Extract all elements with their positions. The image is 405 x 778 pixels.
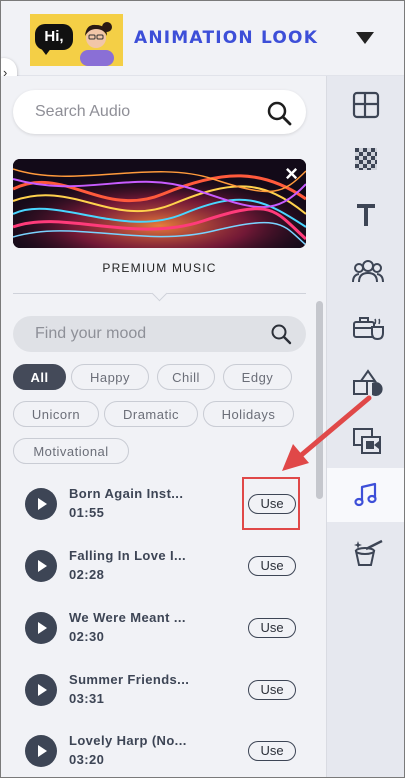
search-icon[interactable] — [266, 100, 292, 126]
sidebar-item-characters[interactable] — [327, 244, 404, 298]
banner-artwork — [13, 159, 306, 248]
track-duration: 03:20 — [69, 752, 105, 767]
music-icon — [354, 482, 377, 507]
text-icon — [357, 204, 375, 226]
track-row[interactable]: We Were Meant ... 02:30 Use — [1, 602, 318, 664]
header: Hi, ANIMATION LOOK › — [1, 1, 404, 88]
scrollbar-thumb[interactable] — [316, 301, 323, 499]
sidebar-item-media[interactable] — [327, 414, 404, 468]
track-row[interactable]: Lovely Harp (No... 03:20 Use — [1, 725, 318, 777]
use-button[interactable]: Use — [248, 556, 296, 576]
layout-icon — [352, 91, 380, 119]
track-row[interactable]: Summer Friends... 03:31 Use — [1, 664, 318, 726]
filter-chip-dramatic[interactable]: Dramatic — [104, 401, 198, 427]
filter-chip-happy[interactable]: Happy — [71, 364, 149, 390]
track-title: Summer Friends... — [69, 672, 190, 687]
sidebar-item-effects[interactable] — [327, 524, 404, 578]
divider-notch — [151, 285, 168, 302]
sidebar-item-props[interactable] — [327, 300, 404, 354]
track-duration: 02:28 — [69, 567, 105, 582]
mood-search-input[interactable]: Find your mood — [13, 316, 306, 352]
sidebar-item-background[interactable] — [327, 132, 404, 186]
search-icon[interactable] — [270, 323, 292, 345]
media-icon — [353, 428, 381, 454]
app-window: Hi, ANIMATION LOOK › Search Audio × PREM… — [0, 0, 405, 778]
track-title: We Were Meant ... — [69, 610, 186, 625]
chevron-down-icon[interactable] — [356, 32, 374, 44]
characters-icon — [352, 260, 384, 283]
sidebar-item-shapes[interactable] — [327, 356, 404, 410]
filter-chip-motivational[interactable]: Motivational — [13, 438, 129, 464]
filter-chip-unicorn[interactable]: Unicorn — [13, 401, 99, 427]
use-button[interactable]: Use — [248, 618, 296, 638]
filter-chip-chill[interactable]: Chill — [157, 364, 215, 390]
premium-music-label: PREMIUM MUSIC — [102, 261, 217, 275]
use-button[interactable]: Use — [248, 741, 296, 761]
track-duration: 03:31 — [69, 691, 105, 706]
sidebar-item-layout[interactable] — [327, 78, 404, 132]
filter-chip-holidays[interactable]: Holidays — [203, 401, 294, 427]
search-audio-input[interactable]: Search Audio — [13, 90, 306, 134]
play-button[interactable] — [25, 735, 57, 767]
track-title: Falling In Love I... — [69, 548, 187, 563]
speech-bubble-tail — [40, 47, 52, 55]
track-title: Born Again Inst... — [69, 486, 184, 501]
sidebar-item-text[interactable] — [327, 188, 404, 242]
shapes-icon — [353, 369, 383, 396]
audio-panel: Search Audio × PREMIUM MUSIC Find your m… — [1, 76, 326, 777]
annotation-highlight-box — [242, 477, 300, 530]
play-button[interactable] — [25, 612, 57, 644]
play-button[interactable] — [25, 488, 57, 520]
project-thumbnail[interactable]: Hi, — [30, 14, 123, 66]
character-illustration — [80, 22, 114, 66]
filter-chip-all[interactable]: All — [13, 364, 66, 390]
play-button[interactable] — [25, 674, 57, 706]
play-button[interactable] — [25, 550, 57, 582]
tool-sidebar — [326, 76, 404, 777]
mood-placeholder: Find your mood — [35, 325, 147, 342]
track-row[interactable]: Falling In Love I... 02:28 Use — [1, 540, 318, 602]
premium-music-banner[interactable]: × — [13, 159, 306, 248]
close-icon[interactable]: × — [285, 161, 298, 187]
track-duration: 01:55 — [69, 505, 105, 520]
search-placeholder: Search Audio — [35, 103, 131, 120]
sidebar-item-music[interactable] — [327, 468, 404, 522]
props-icon — [353, 317, 384, 341]
track-title: Lovely Harp (No... — [69, 733, 187, 748]
background-icon — [355, 148, 377, 170]
project-title[interactable]: ANIMATION LOOK — [134, 28, 318, 48]
filter-chip-edgy[interactable]: Edgy — [223, 364, 292, 390]
effects-icon — [354, 539, 383, 566]
track-duration: 02:30 — [69, 629, 105, 644]
use-button[interactable]: Use — [248, 680, 296, 700]
